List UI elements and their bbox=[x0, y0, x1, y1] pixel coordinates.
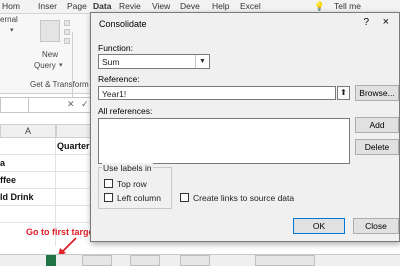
show-queries-icon[interactable] bbox=[64, 20, 70, 26]
top-row-checkbox[interactable] bbox=[104, 179, 113, 188]
new-query-icon[interactable] bbox=[40, 20, 60, 42]
recent-sources-icon[interactable] bbox=[64, 38, 70, 44]
tab-data[interactable]: Data bbox=[93, 1, 111, 11]
delete-button[interactable]: Delete bbox=[355, 139, 399, 155]
function-label: Function: bbox=[98, 43, 133, 53]
horizontal-scrollbar[interactable] bbox=[255, 255, 315, 266]
cancel-icon[interactable]: ✕ bbox=[67, 99, 75, 110]
ok-button[interactable]: OK bbox=[293, 218, 345, 234]
tell-me[interactable]: Tell me bbox=[334, 1, 361, 11]
tab-review[interactable]: Revie bbox=[119, 1, 141, 11]
name-box[interactable] bbox=[1, 98, 29, 112]
external-data-label: ernal bbox=[0, 15, 18, 24]
ribbon-body: ernal ▾ New Query ▾ Get & Transform bbox=[0, 14, 92, 102]
sheet-tab-active[interactable] bbox=[46, 255, 56, 266]
consolidate-dialog: Consolidate ? × Function: Sum ▼ Referenc… bbox=[90, 12, 400, 242]
collapse-dialog-icon[interactable]: ⬆ bbox=[337, 86, 350, 100]
tab-insert[interactable]: Inser bbox=[38, 1, 57, 11]
sheet-tab[interactable] bbox=[82, 255, 112, 266]
sheet-tab-bar bbox=[0, 254, 400, 266]
all-references-list[interactable] bbox=[98, 118, 350, 164]
reference-value: Year1! bbox=[102, 89, 127, 99]
column-header-a[interactable]: A bbox=[0, 124, 56, 138]
tab-developer[interactable]: Deve bbox=[180, 1, 200, 11]
query-label[interactable]: Query bbox=[34, 61, 56, 70]
lightbulb-icon: 💡 bbox=[314, 1, 325, 11]
sheet-tab[interactable] bbox=[130, 255, 160, 266]
list-item[interactable]: ld Drink bbox=[0, 192, 34, 202]
list-item[interactable]: a bbox=[0, 158, 5, 168]
function-select[interactable]: Sum ▼ bbox=[98, 54, 210, 69]
from-table-icon[interactable] bbox=[64, 29, 70, 35]
tab-page-layout[interactable]: Page bbox=[67, 1, 87, 11]
use-labels-legend: Use labels in bbox=[102, 163, 153, 173]
add-button[interactable]: Add bbox=[355, 117, 399, 133]
tab-home[interactable]: Hom bbox=[2, 1, 20, 11]
new-query-label[interactable]: New bbox=[42, 50, 58, 59]
create-links-checkbox[interactable] bbox=[180, 193, 189, 202]
help-button[interactable]: ? bbox=[363, 17, 369, 28]
tab-view[interactable]: View bbox=[152, 1, 170, 11]
all-references-label: All references: bbox=[98, 106, 153, 116]
list-item[interactable]: ffee bbox=[0, 175, 16, 185]
close-icon[interactable]: × bbox=[383, 16, 389, 28]
function-value: Sum bbox=[102, 57, 120, 67]
close-button[interactable]: Close bbox=[353, 218, 399, 234]
reference-label: Reference: bbox=[98, 74, 140, 84]
formula-bar[interactable]: ✕ ✓ bbox=[0, 97, 92, 113]
tab-help[interactable]: Help bbox=[212, 1, 229, 11]
dialog-title: Consolidate bbox=[99, 19, 147, 29]
chevron-down-icon: ▾ bbox=[59, 62, 63, 69]
chevron-down-icon[interactable]: ▼ bbox=[195, 55, 209, 68]
create-links-label[interactable]: Create links to source data bbox=[193, 193, 294, 203]
ribbon-separator bbox=[72, 32, 73, 102]
chevron-down-icon: ▾ bbox=[10, 27, 14, 34]
left-column-checkbox[interactable] bbox=[104, 193, 113, 202]
browse-button[interactable]: Browse... bbox=[355, 85, 399, 101]
check-icon[interactable]: ✓ bbox=[81, 99, 89, 110]
get-transform-group-label: Get & Transform bbox=[30, 80, 89, 89]
top-row-label[interactable]: Top row bbox=[117, 179, 147, 189]
reference-input[interactable]: Year1! bbox=[98, 86, 336, 100]
sheet-tab[interactable] bbox=[180, 255, 210, 266]
tab-excel[interactable]: Excel bbox=[240, 1, 261, 11]
quarter-header-cell[interactable]: Quarter bbox=[57, 141, 90, 151]
left-column-label[interactable]: Left column bbox=[117, 193, 161, 203]
